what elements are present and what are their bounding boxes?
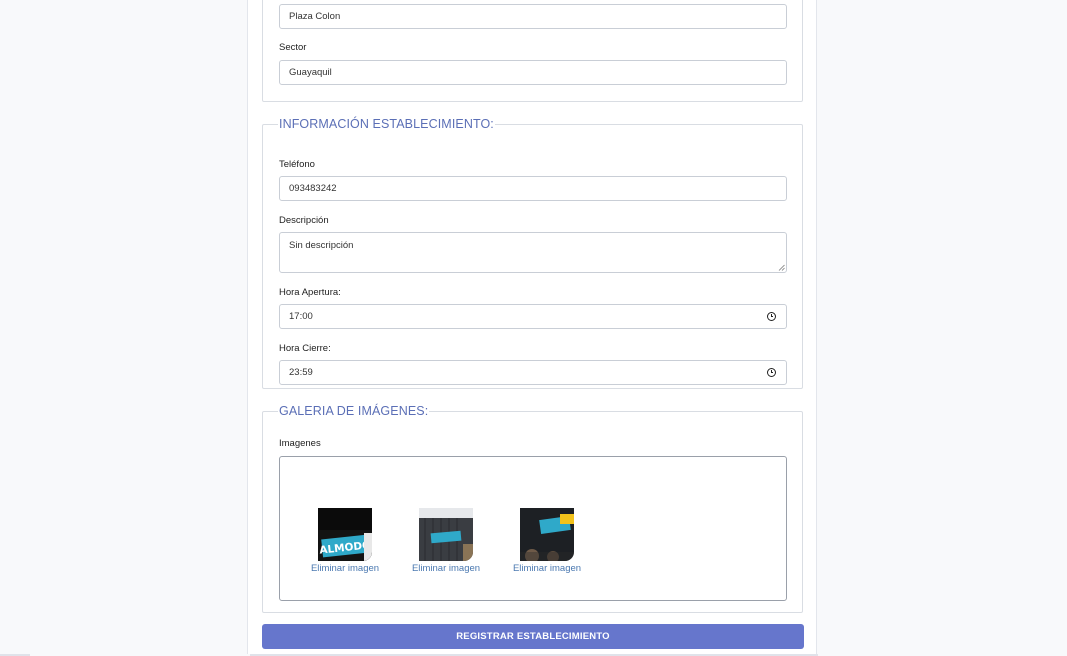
resize-handle-icon[interactable] bbox=[778, 264, 785, 271]
gallery-image[interactable]: ALMODO bbox=[318, 508, 372, 561]
image-gallery: ALMODO Eliminar imagen Eliminar imagen E… bbox=[279, 456, 787, 601]
open-time-value: 17:00 bbox=[289, 311, 313, 322]
description-label: Descripción bbox=[279, 215, 329, 226]
gallery-item: ALMODO Eliminar imagen bbox=[300, 508, 390, 574]
remove-image-link[interactable]: Eliminar imagen bbox=[502, 563, 592, 574]
gallery-fieldset: GALERIA DE IMÁGENES: Imagenes ALMODO Eli… bbox=[262, 404, 803, 613]
gallery-item: Eliminar imagen bbox=[401, 508, 491, 574]
remove-image-link[interactable]: Eliminar imagen bbox=[401, 563, 491, 574]
clock-icon[interactable] bbox=[767, 312, 776, 321]
open-time-label: Hora Apertura: bbox=[279, 287, 341, 298]
clock-icon[interactable] bbox=[767, 368, 776, 377]
establishment-info-fieldset: INFORMACIÓN ESTABLECIMIENTO: Teléfono 09… bbox=[262, 117, 803, 389]
open-time-input[interactable]: 17:00 bbox=[279, 304, 787, 329]
sector-input[interactable]: Guayaquil bbox=[279, 60, 787, 85]
remove-image-link[interactable]: Eliminar imagen bbox=[300, 563, 390, 574]
images-label: Imagenes bbox=[279, 438, 321, 449]
gallery-item: Eliminar imagen bbox=[502, 508, 592, 574]
form-container: Plaza Colon Sector Guayaquil INFORMACIÓN… bbox=[247, 0, 817, 656]
gallery-image[interactable] bbox=[520, 508, 574, 561]
close-time-input[interactable]: 23:59 bbox=[279, 360, 787, 385]
close-time-value: 23:59 bbox=[289, 367, 313, 378]
register-establishment-button[interactable]: REGISTRAR ESTABLECIMIENTO bbox=[262, 624, 804, 649]
close-time-label: Hora Cierre: bbox=[279, 343, 331, 354]
gallery-legend: GALERIA DE IMÁGENES: bbox=[279, 404, 429, 418]
gallery-image[interactable] bbox=[419, 508, 473, 561]
address-input[interactable]: Plaza Colon bbox=[279, 4, 787, 29]
description-text: Sin descripción bbox=[289, 240, 354, 251]
location-fieldset: Plaza Colon Sector Guayaquil bbox=[262, 0, 803, 102]
phone-label: Teléfono bbox=[279, 159, 315, 170]
description-textarea[interactable]: Sin descripción bbox=[279, 232, 787, 273]
phone-input[interactable]: 093483242 bbox=[279, 176, 787, 201]
sector-label: Sector bbox=[279, 42, 307, 53]
establishment-info-legend: INFORMACIÓN ESTABLECIMIENTO: bbox=[279, 117, 494, 131]
